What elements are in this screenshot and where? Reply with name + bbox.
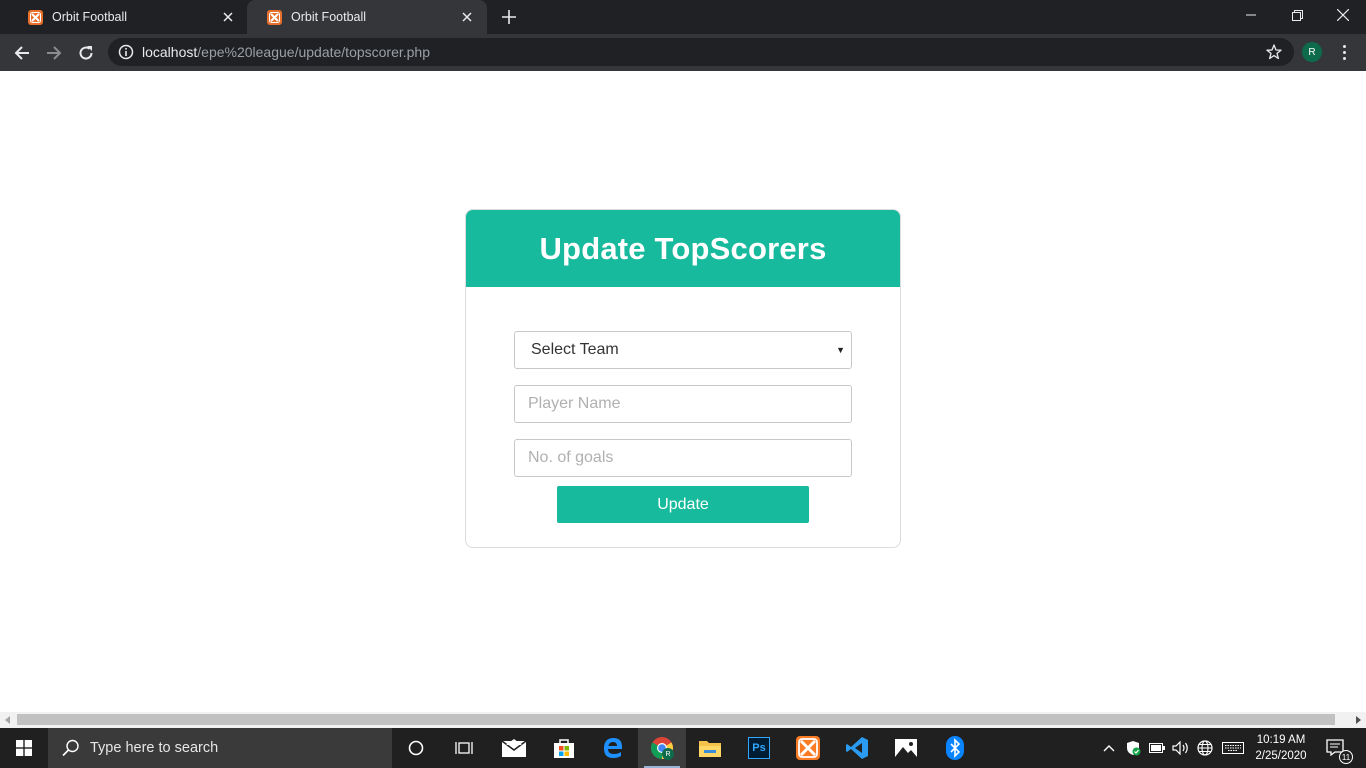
file-explorer-button[interactable] — [686, 728, 734, 768]
close-window-button[interactable] — [1320, 0, 1366, 30]
dropdown-caret-icon: ▼ — [836, 345, 845, 355]
goals-input[interactable]: No. of goals — [514, 439, 852, 477]
close-tab-icon[interactable] — [220, 9, 236, 25]
photoshop-button[interactable]: Ps — [735, 728, 783, 768]
bluetooth-icon — [946, 736, 964, 760]
mail-icon — [502, 739, 526, 757]
bluetooth-button[interactable] — [931, 728, 979, 768]
photoshop-icon: Ps — [748, 737, 770, 759]
show-hidden-icons-button[interactable] — [1098, 728, 1120, 768]
photos-icon — [895, 739, 917, 757]
xampp-favicon-icon — [267, 9, 282, 25]
back-arrow-icon — [14, 46, 29, 60]
browser-toolbar: localhost/epe%20league/update/topscorer.… — [0, 34, 1366, 71]
close-icon — [1337, 9, 1349, 21]
site-info-icon[interactable] — [118, 44, 134, 60]
close-tab-icon[interactable] — [459, 9, 475, 25]
clock-date: 2/25/2020 — [1255, 750, 1307, 762]
reload-button[interactable] — [72, 39, 100, 67]
topscorer-form: Select Team ▼ Player Name No. of goals U… — [514, 331, 852, 523]
browser-menu-button[interactable] — [1336, 42, 1352, 62]
task-view-button[interactable] — [440, 728, 488, 768]
network-tray-button[interactable] — [1194, 728, 1216, 768]
profile-avatar[interactable]: R — [1302, 42, 1322, 62]
search-placeholder: Type here to search — [90, 740, 219, 756]
horizontal-scrollbar[interactable] — [0, 712, 1366, 728]
taskbar-clock[interactable]: 10:19 AM 2/25/2020 — [1250, 732, 1312, 764]
windows-taskbar: Type here to search R Ps 10:19 AM 2/25/2… — [0, 728, 1366, 768]
back-button[interactable] — [8, 39, 36, 67]
vscode-button[interactable] — [833, 728, 881, 768]
card-header: Update TopScorers — [466, 210, 900, 287]
tab-title: Orbit Football — [291, 10, 367, 24]
tab-title: Orbit Football — [52, 10, 128, 24]
cortana-icon — [408, 740, 424, 756]
page-viewport: Update TopScorers Select Team ▼ Player N… — [0, 71, 1366, 712]
restore-icon — [1291, 9, 1303, 21]
player-name-input[interactable]: Player Name — [514, 385, 852, 423]
xampp-icon — [796, 736, 820, 760]
file-explorer-icon — [699, 741, 721, 757]
update-button[interactable]: Update — [557, 486, 809, 523]
plus-icon — [502, 10, 516, 24]
shield-icon — [1127, 741, 1141, 756]
defender-tray-button[interactable] — [1122, 728, 1144, 768]
forward-arrow-icon — [47, 46, 62, 60]
scroll-left-arrow-icon[interactable] — [5, 716, 11, 724]
chrome-app-button[interactable]: R — [638, 728, 686, 768]
url-host: localhost — [142, 44, 198, 60]
notification-count-badge: 11 — [1339, 750, 1353, 764]
task-view-icon — [455, 742, 473, 754]
volume-icon — [1172, 741, 1188, 755]
new-tab-button[interactable] — [498, 6, 520, 28]
globe-icon — [1197, 740, 1213, 756]
store-icon — [554, 739, 574, 758]
start-button[interactable] — [0, 728, 48, 768]
store-app-button[interactable] — [540, 728, 588, 768]
minimize-button[interactable] — [1228, 0, 1274, 30]
windows-logo-icon — [16, 740, 32, 756]
xampp-favicon-icon — [28, 9, 43, 25]
reload-icon — [79, 46, 93, 60]
keyboard-icon — [1222, 742, 1244, 754]
url-text: localhost/epe%20league/update/topscorer.… — [142, 44, 430, 60]
tab-orbit-football-2[interactable]: Orbit Football — [247, 0, 487, 34]
bookmark-star-icon[interactable] — [1266, 44, 1282, 60]
address-bar[interactable]: localhost/epe%20league/update/topscorer.… — [108, 38, 1294, 66]
action-center-button[interactable]: 11 — [1318, 728, 1354, 768]
update-topscorers-card: Update TopScorers Select Team ▼ Player N… — [465, 209, 901, 548]
forward-button[interactable] — [40, 39, 68, 67]
chrome-profile-badge: R — [662, 748, 674, 760]
volume-tray-button[interactable] — [1170, 728, 1192, 768]
scrollbar-thumb[interactable] — [17, 714, 1335, 725]
battery-icon — [1149, 743, 1165, 753]
edge-app-button[interactable] — [589, 728, 637, 768]
minimize-icon — [1246, 14, 1256, 16]
restore-button[interactable] — [1274, 0, 1320, 30]
edge-icon — [604, 738, 622, 758]
chevron-up-icon — [1103, 745, 1115, 752]
xampp-button[interactable] — [784, 728, 832, 768]
taskbar-search-box[interactable]: Type here to search — [48, 728, 392, 768]
tab-orbit-football-1[interactable]: Orbit Football — [8, 0, 248, 34]
keyboard-tray-button[interactable] — [1220, 728, 1246, 768]
photos-button[interactable] — [882, 728, 930, 768]
cortana-button[interactable] — [392, 728, 440, 768]
browser-tab-strip: Orbit Football Orbit Football — [0, 0, 1366, 34]
vscode-icon — [846, 737, 868, 759]
battery-tray-button[interactable] — [1146, 728, 1168, 768]
clock-time: 10:19 AM — [1256, 734, 1306, 746]
page-title: Update TopScorers — [539, 230, 827, 266]
team-select-value: Select Team — [531, 341, 619, 358]
team-select[interactable]: Select Team ▼ — [514, 331, 852, 369]
search-icon — [62, 739, 79, 757]
mail-app-button[interactable] — [490, 728, 538, 768]
scroll-right-arrow-icon[interactable] — [1355, 716, 1361, 724]
url-path: /epe%20league/update/topscorer.php — [197, 44, 431, 60]
